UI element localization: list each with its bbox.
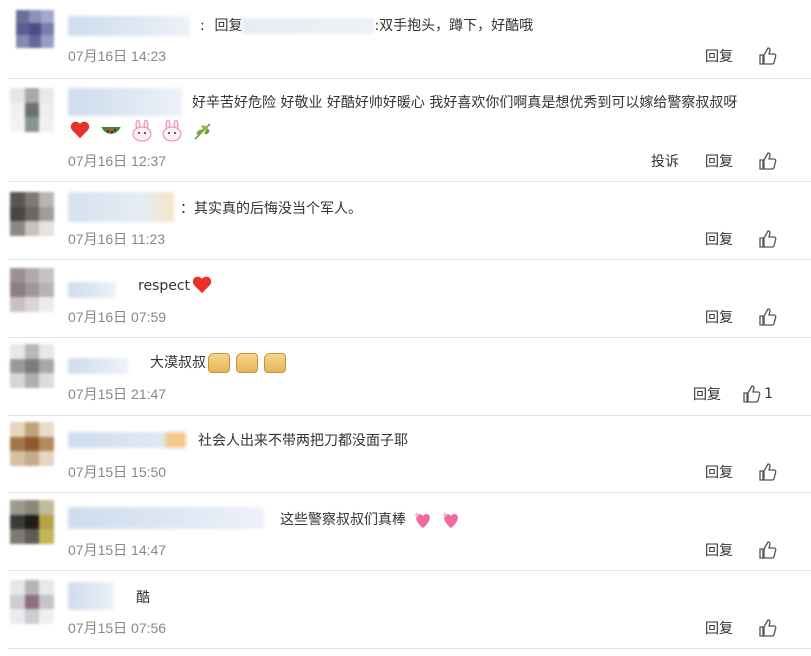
comment-text: 这些警察叔叔们真棒 xyxy=(280,509,464,531)
comment-emojis xyxy=(68,120,216,142)
comment-actions: 回复 xyxy=(705,229,733,249)
nickname[interactable] xyxy=(68,16,190,36)
divider xyxy=(8,648,811,649)
comment-text-content: 这些警察叔叔们真棒 xyxy=(280,512,406,528)
reply-button[interactable]: 回复 xyxy=(705,618,733,638)
comment-text: 社会人出来不带两把刀都没面子耶 xyxy=(198,433,408,449)
comment-actions: 投诉 回复 xyxy=(651,151,733,171)
reply-button[interactable]: 回复 xyxy=(705,229,733,249)
thumbs-up-emoji-icon xyxy=(208,353,230,373)
avatar[interactable] xyxy=(10,422,54,466)
nickname[interactable] xyxy=(68,358,128,374)
comment-time: 07月16日 07:59 xyxy=(68,309,167,325)
reply-button[interactable]: 回复 xyxy=(705,462,733,482)
divider xyxy=(8,337,811,338)
comment-time: 07月16日 11:23 xyxy=(68,231,166,247)
divider xyxy=(8,415,811,416)
avatar[interactable] xyxy=(16,10,54,48)
like-icon[interactable] xyxy=(759,619,777,637)
comment-text: ：其实真的后悔没当个军人。 xyxy=(180,201,362,217)
divider xyxy=(8,259,811,260)
sparkle-heart-emoji-icon xyxy=(414,512,431,528)
comment-time: 07月15日 21:47 xyxy=(68,386,167,402)
leaf-emoji-icon xyxy=(194,123,211,140)
comment-time: 07月15日 15:50 xyxy=(68,464,167,480)
heart-emoji-icon xyxy=(70,122,90,140)
thumbs-up-emoji-icon xyxy=(264,353,286,373)
avatar[interactable] xyxy=(10,88,54,132)
comment-time: 07月15日 07:56 xyxy=(68,620,167,636)
comment-time: 07月15日 14:47 xyxy=(68,542,167,558)
comment-text: respect xyxy=(138,276,212,296)
like-icon[interactable] xyxy=(759,308,777,326)
nickname[interactable] xyxy=(68,88,182,116)
avatar[interactable] xyxy=(10,192,54,236)
watermelon-emoji-icon xyxy=(101,127,122,134)
like-icon[interactable] xyxy=(759,230,777,248)
heart-emoji-icon xyxy=(192,277,212,295)
divider xyxy=(8,181,811,182)
comment-text-content: 大漠叔叔 xyxy=(150,355,206,371)
like-icon[interactable] xyxy=(759,463,777,481)
sparkle-heart-emoji-icon xyxy=(442,512,459,528)
like-icon[interactable] xyxy=(759,152,777,170)
reply-button[interactable]: 回复 xyxy=(705,46,733,66)
reply-button[interactable]: 回复 xyxy=(705,307,733,327)
like-icon[interactable] xyxy=(759,47,777,65)
avatar[interactable] xyxy=(10,268,54,312)
reply-button[interactable]: 回复 xyxy=(693,384,721,404)
avatar[interactable] xyxy=(10,580,54,624)
comment-actions: 回复 xyxy=(705,307,733,327)
comment-text: : 回复:双手抱头，蹲下，好酷哦 xyxy=(200,18,534,34)
divider xyxy=(8,78,811,79)
bunny-emoji-icon xyxy=(162,120,182,142)
comment-text: 大漠叔叔 xyxy=(150,353,288,373)
comment-actions: 回复 xyxy=(693,384,721,404)
divider xyxy=(8,570,811,571)
reply-button[interactable]: 回复 xyxy=(705,151,733,171)
comment-time: 07月16日 12:37 xyxy=(68,153,167,169)
comment-text: 好辛苦好危险 好敬业 好酷好帅好暖心 我好喜欢你们啊真是想优秀到可以嫁给警察叔叔… xyxy=(192,95,738,111)
bunny-emoji-icon xyxy=(132,120,152,142)
divider xyxy=(8,492,811,493)
nickname[interactable] xyxy=(68,282,116,298)
nickname[interactable] xyxy=(68,432,186,448)
comment-actions: 回复 xyxy=(705,46,733,66)
nickname[interactable] xyxy=(68,582,114,610)
comment-time: 07月16日 14:23 xyxy=(68,48,167,64)
nickname[interactable] xyxy=(68,192,174,222)
report-button[interactable]: 投诉 xyxy=(651,151,679,171)
comment-actions: 回复 xyxy=(705,618,733,638)
like-icon[interactable] xyxy=(743,385,761,403)
like-icon[interactable] xyxy=(759,541,777,559)
like-count: 1 xyxy=(764,386,773,402)
reply-button[interactable]: 回复 xyxy=(705,540,733,560)
thumbs-up-emoji-icon xyxy=(236,353,258,373)
comment-text: 酷 xyxy=(136,590,150,606)
comment-text-content: respect xyxy=(138,278,191,294)
comment-actions: 回复 xyxy=(705,540,733,560)
comment-actions: 回复 xyxy=(705,462,733,482)
nickname[interactable] xyxy=(68,507,264,529)
avatar[interactable] xyxy=(10,344,54,388)
avatar[interactable] xyxy=(10,500,54,544)
